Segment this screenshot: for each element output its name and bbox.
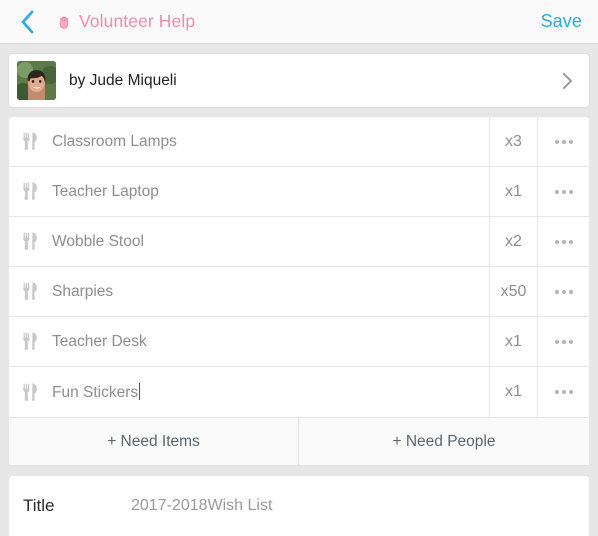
- volunteer-help-screen: Volunteer Help Save by Jude Miqueli Clas…: [0, 0, 598, 536]
- overflow-menu-icon: [554, 139, 573, 144]
- cutlery-icon: [23, 182, 38, 201]
- wishlist-items: Classroom Lamps x3 Teacher Laptop x1 Wob…: [9, 117, 589, 417]
- raised-hand-icon: [56, 14, 73, 31]
- author-disclosure-button[interactable]: [559, 70, 575, 92]
- item-overflow-menu-button[interactable]: [538, 267, 589, 316]
- page-title-text: Volunteer Help: [79, 11, 196, 31]
- item-quantity[interactable]: x50: [490, 267, 538, 316]
- page-title: Volunteer Help: [56, 11, 541, 32]
- item-name-field[interactable]: Classroom Lamps: [9, 117, 490, 166]
- overflow-menu-icon: [554, 339, 573, 344]
- title-input[interactable]: 2017-2018Wish List: [131, 497, 575, 515]
- item-overflow-menu-button[interactable]: [538, 317, 589, 366]
- item-quantity[interactable]: x1: [490, 317, 538, 366]
- overflow-menu-icon: [554, 390, 573, 394]
- author-row[interactable]: by Jude Miqueli: [9, 54, 589, 107]
- cutlery-icon: [23, 382, 38, 402]
- overflow-menu-icon: [554, 189, 573, 194]
- table-row[interactable]: Wobble Stool x2: [9, 217, 589, 267]
- item-quantity[interactable]: x1: [490, 367, 538, 417]
- chevron-right-icon: [562, 72, 572, 89]
- content-area: by Jude Miqueli Classroom Lamps x3 Teach…: [0, 44, 598, 536]
- item-name-field[interactable]: Wobble Stool: [9, 217, 490, 266]
- item-name-field[interactable]: Teacher Laptop: [9, 167, 490, 216]
- item-name-field[interactable]: Sharpies: [9, 267, 490, 316]
- item-name-text: Teacher Laptop: [52, 182, 159, 200]
- cutlery-icon: [23, 232, 38, 251]
- table-row[interactable]: Fun Stickers x1: [9, 367, 589, 417]
- item-name-text: Teacher Desk: [52, 332, 147, 350]
- item-name-text: Fun Stickers: [52, 383, 139, 401]
- save-button[interactable]: Save: [541, 11, 582, 32]
- item-overflow-menu-button[interactable]: [538, 367, 589, 417]
- back-button[interactable]: [12, 7, 42, 37]
- app-header: Volunteer Help Save: [0, 0, 598, 44]
- table-row[interactable]: Teacher Desk x1: [9, 317, 589, 367]
- table-row[interactable]: Sharpies x50: [9, 267, 589, 317]
- overflow-menu-icon: [554, 289, 573, 294]
- chevron-left-icon: [20, 9, 34, 34]
- item-quantity[interactable]: x1: [490, 167, 538, 216]
- item-name-field[interactable]: Teacher Desk: [9, 317, 490, 366]
- cutlery-icon: [23, 132, 38, 151]
- add-actions-bar: + Need Items + Need People: [9, 417, 589, 466]
- item-overflow-menu-button[interactable]: [538, 117, 589, 166]
- title-row: Title 2017-2018Wish List: [9, 476, 589, 536]
- cutlery-icon: [23, 282, 38, 301]
- item-quantity[interactable]: x2: [490, 217, 538, 266]
- item-overflow-menu-button[interactable]: [538, 217, 589, 266]
- item-quantity[interactable]: x3: [490, 117, 538, 166]
- cutlery-icon: [23, 332, 38, 351]
- author-name: by Jude Miqueli: [69, 71, 177, 89]
- need-items-button[interactable]: + Need Items: [9, 418, 299, 465]
- overflow-menu-icon: [554, 239, 573, 244]
- item-name-field[interactable]: Fun Stickers: [9, 367, 490, 417]
- table-row[interactable]: Classroom Lamps x3: [9, 117, 589, 167]
- item-overflow-menu-button[interactable]: [538, 167, 589, 216]
- need-people-button[interactable]: + Need People: [299, 418, 589, 465]
- avatar: [17, 61, 56, 100]
- title-label: Title: [23, 496, 55, 515]
- item-name-text: Wobble Stool: [52, 232, 144, 250]
- user-photo-avatar: [17, 61, 56, 100]
- table-row[interactable]: Teacher Laptop x1: [9, 167, 589, 217]
- item-name-text: Sharpies: [52, 282, 114, 300]
- item-name-text: Classroom Lamps: [52, 132, 177, 150]
